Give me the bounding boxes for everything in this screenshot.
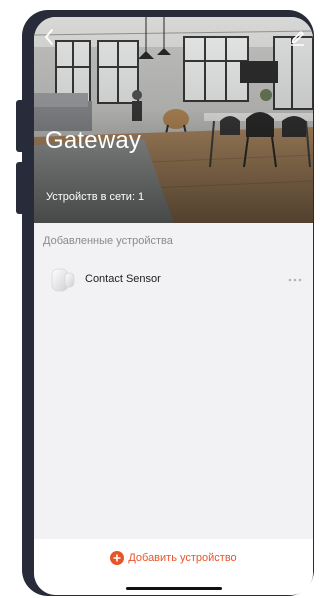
plus-circle-icon — [110, 551, 125, 565]
online-devices-count: Устройств в сети: 1 — [46, 191, 145, 203]
home-indicator — [126, 587, 222, 590]
edit-button[interactable] — [285, 25, 309, 49]
page-title: Gateway — [45, 127, 142, 154]
add-device-label: Добавить устройство — [128, 552, 237, 564]
list-item-device[interactable]: Contact Sensor — [34, 264, 313, 296]
back-button[interactable] — [38, 25, 62, 49]
bottom-bar: Добавить устройство — [34, 539, 313, 595]
phone-side-button-upper — [16, 100, 26, 152]
pencil-icon — [291, 31, 304, 46]
device-name: Contact Sensor — [85, 273, 161, 285]
header-banner: Gateway Устройств в сети: 1 — [34, 17, 313, 223]
add-device-button[interactable]: Добавить устройство — [34, 549, 313, 567]
contact-sensor-icon — [51, 268, 75, 292]
app-screen: Gateway Устройств в сети: 1 Добавленные … — [34, 17, 313, 595]
phone-side-button-lower — [16, 162, 26, 214]
chevron-left-icon — [45, 29, 53, 45]
section-title: Добавленные устройства — [43, 235, 173, 247]
more-options-icon[interactable] — [287, 272, 303, 288]
